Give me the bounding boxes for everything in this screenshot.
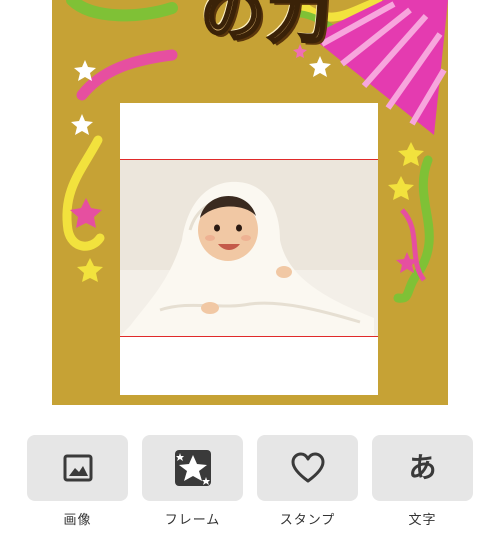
photo-frame: の力 (52, 0, 448, 405)
tool-image-box[interactable] (27, 435, 128, 501)
tool-stamp-box[interactable] (257, 435, 358, 501)
text-icon: あ (408, 451, 437, 484)
tool-text-box[interactable]: あ (372, 435, 473, 501)
editor-toolbar: 画像 フレーム スタンプ あ 文字 (0, 435, 500, 535)
baby-photo-image (120, 160, 378, 336)
tool-image-label: 画像 (63, 513, 92, 528)
frame-title-text: の力 (200, 0, 333, 54)
star-icon (388, 176, 414, 200)
tool-image-button[interactable]: 画像 (27, 435, 128, 529)
heart-icon (291, 452, 324, 483)
baby-photo[interactable] (120, 159, 378, 337)
star-icon (70, 198, 102, 228)
tool-stamp-label: スタンプ (279, 513, 336, 528)
tool-stamp-button[interactable]: スタンプ (257, 435, 358, 529)
tool-text-label: 文字 (408, 513, 437, 528)
frame-star-icon (174, 450, 211, 486)
star-icon (71, 114, 93, 135)
tool-frame-button[interactable]: フレーム (142, 435, 243, 529)
tool-frame-box[interactable] (142, 435, 243, 501)
image-icon (63, 454, 92, 482)
tool-frame-label: フレーム (164, 513, 221, 528)
star-icon (77, 258, 103, 282)
star-icon (398, 142, 424, 166)
frame-canvas[interactable] (120, 103, 378, 395)
tool-text-button[interactable]: あ 文字 (372, 435, 473, 529)
